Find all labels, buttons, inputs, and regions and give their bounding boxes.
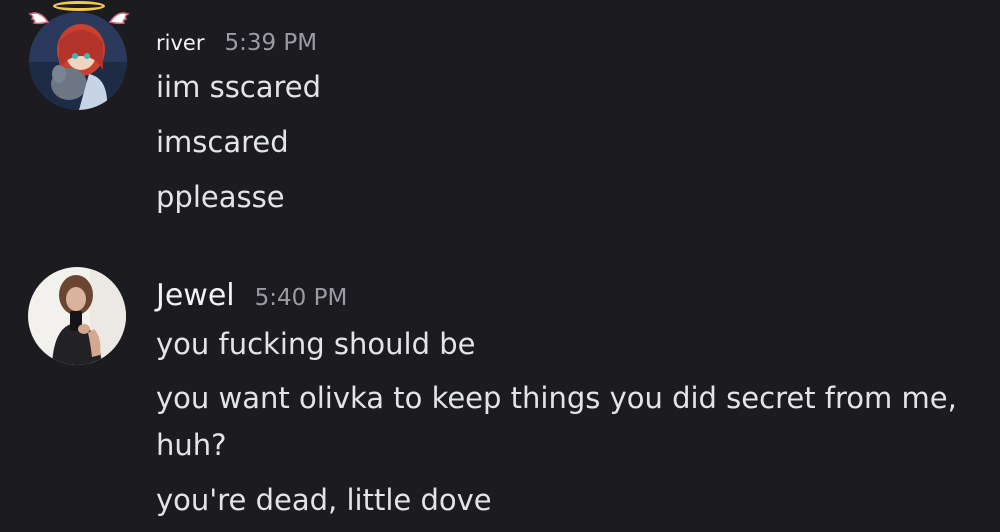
username[interactable]: river [156,31,204,55]
chat-message-list: river 5:39 PM iim sscared imscared pplea… [0,0,1000,532]
message-header: river 5:39 PM [156,30,317,56]
username[interactable]: Jewel [156,278,235,313]
left-wing-icon [28,12,50,25]
message-text: iim sscared [156,70,322,104]
avatar-river[interactable] [28,1,130,110]
message-header: Jewel 5:40 PM [156,278,347,313]
message-text: huh? [156,428,227,462]
message-text: imscared [156,125,289,159]
message-text: ppleasse [156,180,285,214]
timestamp: 5:39 PM [224,30,318,56]
message-text: you fucking should be [156,327,476,361]
halo-icon [53,1,105,11]
right-wing-icon [108,12,130,25]
message-text: you want olivka to keep things you did s… [156,381,957,415]
timestamp: 5:40 PM [254,285,348,311]
message-text: you're dead, little dove [156,483,492,517]
avatar-jewel[interactable] [28,267,126,365]
avatar-image [28,267,126,365]
